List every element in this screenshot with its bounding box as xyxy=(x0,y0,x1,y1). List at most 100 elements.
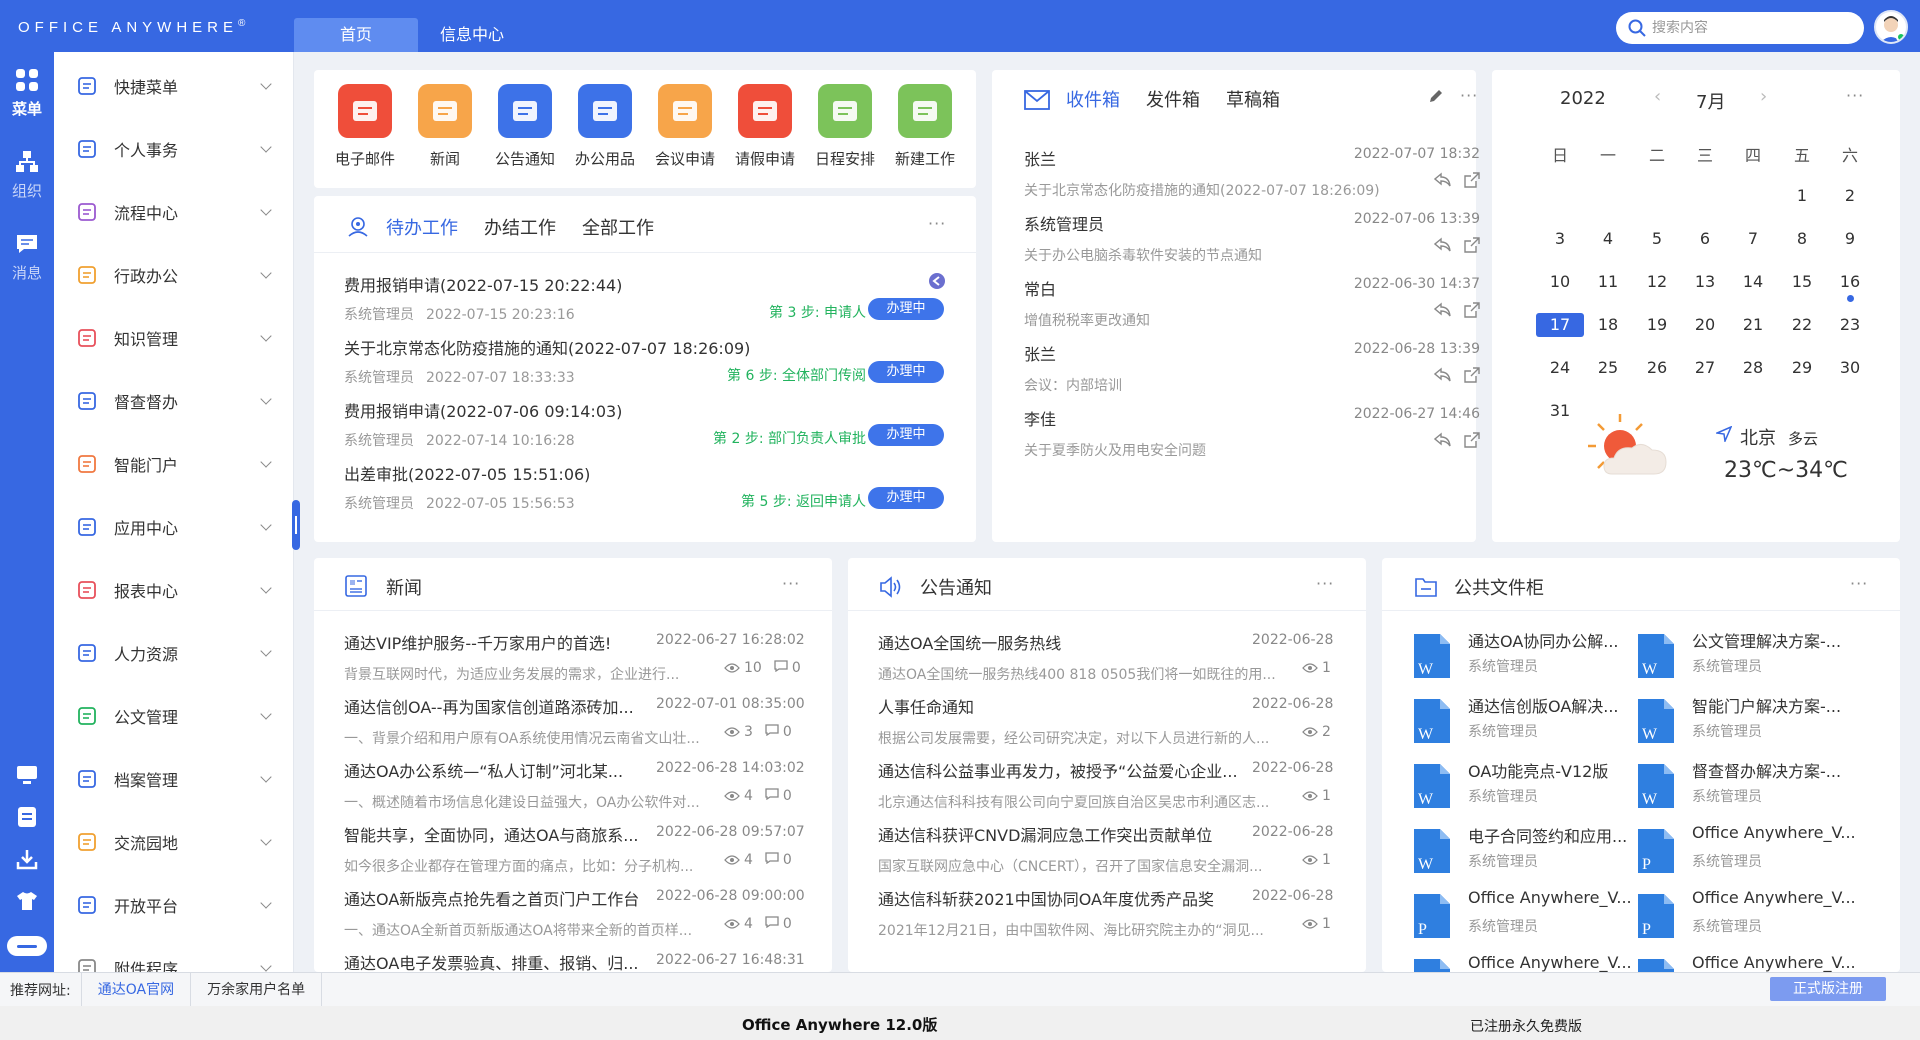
todo-item[interactable]: 关于北京常态化防疫措施的通知(2022-07-07 18:26:09) 系统管理员… xyxy=(344,335,960,387)
tab-home[interactable]: 首页 xyxy=(294,18,418,52)
mail-item[interactable]: 张兰 2022-06-28 13:39 会议：内部培训 xyxy=(1024,341,1480,395)
mail-item[interactable]: 李佳 2022-06-27 14:46 关于夏季防火及用电安全问题 xyxy=(1024,406,1480,460)
rail-download[interactable] xyxy=(0,848,54,874)
file-item[interactable]: P Office Anywhere_V... 系统管理员 xyxy=(1638,888,1858,942)
news-item[interactable]: 通达信创OA--再为国家信创道路添砖加... 2022-07-01 08:35:0… xyxy=(344,694,805,750)
todo-item-title[interactable]: 费用报销申请(2022-07-06 09:14:03) xyxy=(344,398,960,422)
notice-item-title[interactable]: 通达信科公益事业再发力，被授予“公益爱心企业... xyxy=(878,758,1238,782)
file-item[interactable]: W OA功能亮点-V12版 系统管理员 xyxy=(1414,758,1634,812)
news-item-title[interactable]: 通达OA新版亮点抢先看之首页门户工作台 xyxy=(344,886,644,910)
file-item[interactable]: W 督查督办解决方案-... 系统管理员 xyxy=(1638,758,1858,812)
calendar-day[interactable]: 10 xyxy=(1536,270,1584,294)
todo-status-button[interactable]: 办理中 xyxy=(868,424,944,446)
calendar-day[interactable]: 24 xyxy=(1536,356,1584,380)
search-box[interactable] xyxy=(1616,12,1864,44)
sidebar-item[interactable]: 督查督办 xyxy=(54,381,294,421)
sidebar-item[interactable]: 交流园地 xyxy=(54,822,294,862)
quick-app[interactable]: 办公用品 xyxy=(570,84,640,169)
rail-org[interactable]: 组织 xyxy=(0,150,54,201)
notice-item[interactable]: 通达OA全国统一服务热线 2022-06-28 通达OA全国统一服务热线400 81… xyxy=(878,630,1338,686)
file-item[interactable]: P Office Anywhere_V... 系统管理员 xyxy=(1414,888,1634,942)
file-item[interactable]: W 智能门户解决方案-... 系统管理员 xyxy=(1638,693,1858,747)
quick-app[interactable]: 日程安排 xyxy=(810,84,880,169)
sidebar-collapse-handle[interactable] xyxy=(292,500,300,550)
calendar-day[interactable]: 15 xyxy=(1778,270,1826,294)
todo-item[interactable]: 费用报销申请(2022-07-06 09:14:03) 系统管理员 2022-07-… xyxy=(344,398,960,450)
news-item-title[interactable]: 智能共享，全面协同，通达OA与商旅系... xyxy=(344,822,644,846)
news-item-title[interactable]: 通达OA办公系统—“私人订制”河北某... xyxy=(344,758,644,782)
file-name[interactable]: 公文管理解决方案-... xyxy=(1692,628,1862,652)
open-external-icon[interactable] xyxy=(1464,237,1480,257)
tab-info-center[interactable]: 信息中心 xyxy=(424,18,520,52)
todo-status-button[interactable]: 办理中 xyxy=(868,298,944,320)
file-name[interactable]: Office Anywhere_V... xyxy=(1468,953,1638,972)
notice-item-title[interactable]: 通达信科获评CNVD漏洞应急工作突出贡献单位 xyxy=(878,822,1238,846)
tab-todo-done[interactable]: 办结工作 xyxy=(484,214,556,240)
mail-subject[interactable]: 增值税税率更改通知 xyxy=(1024,310,1404,330)
notice-item[interactable]: 人事任命通知 2022-06-28 根据公司发展需要，经公司研究决定，对以下人员进行… xyxy=(878,694,1338,750)
sidebar-item[interactable]: 人力资源 xyxy=(54,633,294,673)
calendar-day[interactable]: 25 xyxy=(1584,356,1632,380)
reply-icon[interactable] xyxy=(1433,367,1452,387)
calendar-day[interactable]: 21 xyxy=(1729,313,1777,337)
mail-subject[interactable]: 关于夏季防火及用电安全问题 xyxy=(1024,440,1404,460)
file-item[interactable]: P Office Anywhere_V... 系统管理员 xyxy=(1638,823,1858,877)
open-external-icon[interactable] xyxy=(1464,432,1480,452)
reply-icon[interactable] xyxy=(1433,172,1452,192)
sidebar-item[interactable]: 应用中心 xyxy=(54,507,294,547)
news-item[interactable]: 智能共享，全面协同，通达OA与商旅系... 2022-06-28 09:57:07… xyxy=(344,822,805,878)
calendar-day[interactable]: 12 xyxy=(1633,270,1681,294)
sidebar-item[interactable]: 报表中心 xyxy=(54,570,294,610)
file-name[interactable]: 电子合同签约和应用... xyxy=(1468,823,1638,847)
news-more-button[interactable]: ··· xyxy=(782,574,800,593)
brand-logo[interactable]: Office Anywhere® xyxy=(18,18,245,36)
calendar-day[interactable]: 4 xyxy=(1584,227,1632,251)
notice-item[interactable]: 通达信科获评CNVD漏洞应急工作突出贡献单位 2022-06-28 国家互联网应急中… xyxy=(878,822,1338,878)
calendar-day[interactable]: 31 xyxy=(1536,399,1584,423)
news-item-title[interactable]: 通达VIP维护服务--千万家用户的首选! xyxy=(344,630,644,654)
rail-menu[interactable]: 菜单 xyxy=(0,68,54,119)
calendar-today[interactable]: 17 xyxy=(1536,313,1584,337)
todo-item[interactable]: 出差审批(2022-07-05 15:51:06) 系统管理员 2022-07-05… xyxy=(344,461,960,513)
sidebar-item[interactable]: 智能门户 xyxy=(54,444,294,484)
calendar-day[interactable]: 23 xyxy=(1826,313,1874,337)
quick-app[interactable]: 新闻 xyxy=(410,84,480,169)
tab-todo-pending[interactable]: 待办工作 xyxy=(386,214,458,240)
sidebar-item[interactable]: 档案管理 xyxy=(54,759,294,799)
calendar-day[interactable]: 20 xyxy=(1681,313,1729,337)
reply-icon[interactable] xyxy=(1433,237,1452,257)
link-user-list[interactable]: 万余家用户名单 xyxy=(190,972,323,1007)
calendar-day[interactable]: 28 xyxy=(1729,356,1777,380)
sidebar-item[interactable]: 开放平台 xyxy=(54,885,294,925)
todo-more-button[interactable]: ··· xyxy=(928,214,946,233)
mail-more-button[interactable]: ··· xyxy=(1460,86,1478,105)
calendar-day[interactable]: 9 xyxy=(1826,227,1874,251)
rail-monitor[interactable] xyxy=(0,764,54,790)
notice-item-title[interactable]: 人事任命通知 xyxy=(878,694,1238,718)
quick-app[interactable]: 会议申请 xyxy=(650,84,720,169)
open-external-icon[interactable] xyxy=(1464,172,1480,192)
mail-item[interactable]: 系统管理员 2022-07-06 13:39 关于办公电脑杀毒软件安装的节点通知 xyxy=(1024,211,1480,265)
quick-app[interactable]: 公告通知 xyxy=(490,84,560,169)
file-name[interactable]: 通达信创版OA解决... xyxy=(1468,693,1638,717)
calendar-month[interactable]: 7月 xyxy=(1696,88,1725,114)
file-name[interactable]: Office Anywhere_V... xyxy=(1692,953,1862,972)
file-item[interactable]: W 公文管理解决方案-... 系统管理员 xyxy=(1638,628,1858,682)
calendar-day[interactable]: 26 xyxy=(1633,356,1681,380)
calendar-day[interactable]: 27 xyxy=(1681,356,1729,380)
sidebar-item[interactable]: 知识管理 xyxy=(54,318,294,358)
todo-item[interactable]: 费用报销申请(2022-07-15 20:22:44) 系统管理员 2022-07-… xyxy=(344,272,960,324)
quick-app[interactable]: 电子邮件 xyxy=(330,84,400,169)
file-name[interactable]: Office Anywhere_V... xyxy=(1468,888,1638,907)
calendar-day[interactable]: 16 xyxy=(1826,270,1874,294)
mail-subject[interactable]: 关于北京常态化防疫措施的通知(2022-07-07 18:26:09) xyxy=(1024,180,1404,200)
todo-item-title[interactable]: 费用报销申请(2022-07-15 20:22:44) xyxy=(344,272,960,296)
calendar-day[interactable]: 8 xyxy=(1778,227,1826,251)
file-name[interactable]: 智能门户解决方案-... xyxy=(1692,693,1862,717)
todo-item-title[interactable]: 出差审批(2022-07-05 15:51:06) xyxy=(344,461,960,485)
calendar-day[interactable]: 5 xyxy=(1633,227,1681,251)
rail-note[interactable] xyxy=(0,806,54,832)
notice-item[interactable]: 通达信科斩获2021中国协同OA年度优秀产品奖 2022-06-28 2021年12… xyxy=(878,886,1338,942)
calendar-day[interactable]: 19 xyxy=(1633,313,1681,337)
rail-more[interactable] xyxy=(0,936,54,960)
